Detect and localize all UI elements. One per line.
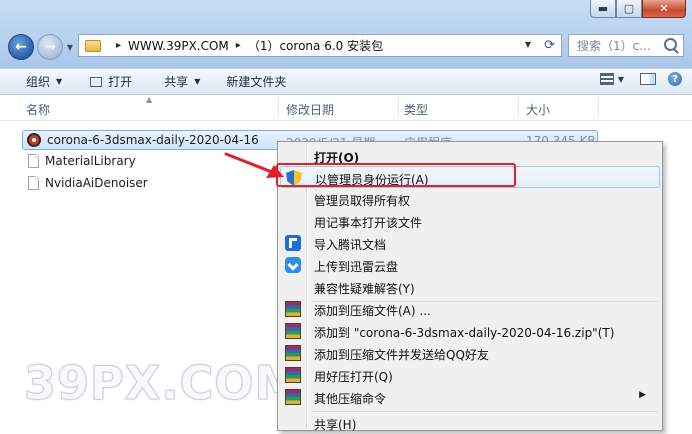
open-icon: [90, 76, 103, 87]
search-input[interactable]: 搜索（1）c...: [568, 34, 684, 57]
menu-item-label: 其他压缩命令: [314, 392, 387, 406]
menu-item-add-to-archive[interactable]: 添加到压缩文件(A) ...: [280, 298, 660, 320]
thunder-cloud-icon: [285, 257, 301, 273]
preview-pane-icon[interactable]: [640, 73, 656, 85]
address-bar[interactable]: ▸ WWW.39PX.COM ▸ （1）corona 6.0 安装包 ▼ ⟳: [78, 34, 562, 57]
share-button[interactable]: 共享 ▼: [156, 71, 208, 93]
menu-item-compatibility[interactable]: 兼容性疑难解答(Y): [280, 276, 660, 302]
menu-item-label: 用记事本打开该文件: [314, 216, 423, 230]
breadcrumb-separator[interactable]: ▸: [236, 40, 241, 51]
column-header-name[interactable]: 名称: [26, 101, 50, 118]
view-controls: ▼ ?: [599, 72, 682, 86]
window-chrome: ▬ ▢ ✕ ← → ▼ ▸ WWW.39PX.COM ▸ （1）corona 6…: [0, 0, 692, 68]
window-controls: ▬ ▢ ✕: [590, 0, 686, 20]
winrar-icon: [285, 301, 301, 317]
watermark: 39PX.COM: [23, 356, 302, 411]
arrow-left-icon: ←: [15, 39, 27, 55]
back-button[interactable]: ←: [8, 34, 34, 60]
open-label: 打开: [108, 75, 133, 89]
winrar-icon: [285, 345, 301, 361]
winrar-icon: [285, 323, 301, 339]
minimize-button[interactable]: ▬: [590, 0, 616, 18]
view-options-icon[interactable]: [599, 73, 614, 85]
maximize-button[interactable]: ▢: [616, 0, 642, 18]
column-divider[interactable]: [278, 97, 279, 117]
recent-pages-dropdown[interactable]: ▼: [64, 43, 76, 52]
menu-item-label: 添加到压缩文件(A) ...: [314, 304, 431, 318]
menu-item-add-to-zip[interactable]: 添加到 "corona-6-3dsmax-daily-2020-04-16.zi…: [280, 320, 660, 342]
file-name: NvidiaAiDenoiser: [45, 176, 148, 190]
breadcrumb-root[interactable]: WWW.39PX.COM: [128, 39, 229, 53]
document-icon: [28, 176, 39, 190]
annotation-arrow-icon: [224, 152, 284, 178]
chevron-down-icon: ▼: [66, 42, 74, 52]
search-placeholder: 搜索（1）c...: [577, 39, 651, 53]
menu-item-share[interactable]: 共享(H): [280, 412, 660, 434]
menu-item-open-with-haozip[interactable]: 用好压打开(Q): [280, 364, 660, 386]
address-dropdown-icon[interactable]: ▼: [525, 40, 531, 49]
file-row[interactable]: MaterialLibrary: [22, 151, 136, 171]
menu-item-upload-thunder-cloud[interactable]: 上传到迅雷云盘: [280, 254, 660, 276]
chevron-down-icon: ▼: [194, 77, 201, 86]
organize-label: 组织: [26, 75, 51, 89]
menu-item-label: 添加到 "corona-6-3dsmax-daily-2020-04-16.zi…: [314, 326, 615, 340]
annotation-highlight-box: [276, 163, 516, 187]
close-button[interactable]: ✕: [642, 0, 686, 18]
open-button[interactable]: 打开: [82, 71, 140, 93]
chevron-down-icon: ▼: [56, 77, 63, 86]
search-icon: [664, 38, 677, 51]
menu-item-label: 添加到压缩文件并发送给QQ好友: [314, 348, 489, 362]
menu-item-label: 导入腾讯文档: [314, 238, 387, 252]
new-folder-label: 新建文件夹: [226, 75, 287, 89]
menu-item-label: 兼容性疑难解答(Y): [314, 282, 415, 296]
column-divider[interactable]: [598, 97, 599, 117]
menu-item-label: 上传到迅雷云盘: [314, 260, 399, 274]
corona-app-icon: [27, 133, 41, 147]
menu-item-label: 管理员取得所有权: [314, 194, 411, 208]
tencent-docs-icon: [285, 235, 301, 251]
file-row[interactable]: NvidiaAiDenoiser: [22, 173, 148, 193]
command-bar: 组织 ▼ 打开 共享 ▼ 新建文件夹 ▼ ?: [0, 68, 692, 95]
winrar-icon: [285, 389, 301, 405]
menu-item-take-ownership[interactable]: 管理员取得所有权: [280, 188, 660, 210]
menu-item-label: 用好压打开(Q): [314, 370, 393, 384]
column-headers: ▲ 名称 修改日期 类型 大小: [0, 95, 692, 121]
breadcrumb-current-folder[interactable]: （1）corona 6.0 安装包: [248, 37, 383, 54]
column-header-type[interactable]: 类型: [404, 101, 428, 118]
breadcrumb-separator[interactable]: ▸: [116, 40, 121, 51]
menu-item-other-compress[interactable]: 其他压缩命令 ▶: [280, 386, 660, 412]
menu-item-open-with-notepad[interactable]: 用记事本打开该文件: [280, 210, 660, 232]
new-folder-button[interactable]: 新建文件夹: [218, 71, 294, 93]
sort-ascending-icon: ▲: [146, 95, 153, 104]
column-header-modified[interactable]: 修改日期: [286, 101, 334, 118]
file-name: MaterialLibrary: [45, 154, 136, 168]
winrar-icon: [285, 367, 301, 383]
chevron-down-icon[interactable]: ▼: [618, 75, 624, 84]
submenu-arrow-icon: ▶: [639, 390, 646, 400]
share-label: 共享: [164, 75, 189, 89]
column-divider[interactable]: [398, 97, 399, 117]
menu-item-archive-send-qq[interactable]: 添加到压缩文件并发送给QQ好友: [280, 342, 660, 364]
file-name: corona-6-3dsmax-daily-2020-04-16: [47, 133, 259, 147]
document-icon: [28, 154, 39, 168]
column-divider[interactable]: [518, 97, 519, 117]
organize-button[interactable]: 组织 ▼: [18, 71, 70, 93]
menu-item-import-tencent-docs[interactable]: 导入腾讯文档: [280, 232, 660, 254]
help-icon[interactable]: ?: [668, 72, 682, 86]
navigation-buttons: ← → ▼: [8, 33, 76, 61]
forward-button[interactable]: →: [37, 34, 63, 60]
arrow-right-icon: →: [44, 39, 56, 55]
menu-item-label: 共享(H): [314, 418, 357, 432]
refresh-icon[interactable]: ⟳: [544, 38, 555, 53]
column-header-size[interactable]: 大小: [526, 101, 550, 118]
folder-icon: [85, 39, 101, 52]
